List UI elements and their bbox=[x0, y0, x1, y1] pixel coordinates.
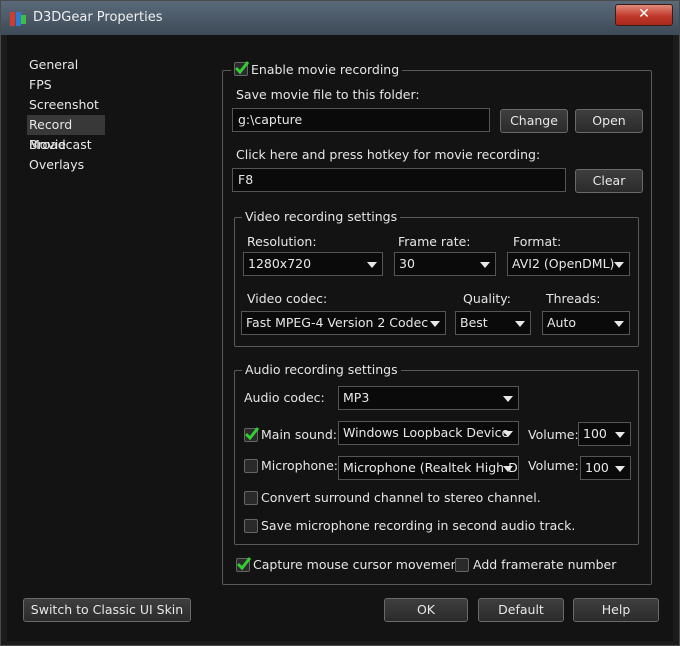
quality-value: Best bbox=[460, 315, 488, 330]
main-sound-device-value: Windows Loopback Device bbox=[343, 425, 510, 440]
main-sound-device-select[interactable]: Windows Loopback Device bbox=[338, 421, 519, 445]
chevron-down-icon bbox=[515, 321, 525, 327]
chevron-down-icon bbox=[480, 262, 490, 268]
audio-codec-label: Audio codec: bbox=[244, 390, 325, 405]
chevron-down-icon bbox=[614, 262, 624, 268]
main-sound-checkbox[interactable] bbox=[244, 427, 260, 442]
checkmark-icon bbox=[234, 61, 250, 75]
nav-item-screenshot[interactable]: Screenshot bbox=[27, 95, 207, 115]
chevron-down-icon bbox=[430, 321, 440, 327]
format-label: Format: bbox=[513, 234, 562, 249]
resolution-label: Resolution: bbox=[247, 234, 317, 249]
mic-volume-value: 100 bbox=[585, 460, 609, 475]
enable-recording-checkbox[interactable] bbox=[234, 61, 250, 76]
chevron-down-icon bbox=[614, 321, 624, 327]
client-area: General FPS Screenshot Record Movie Broa… bbox=[7, 35, 673, 641]
microphone-device-value: Microphone (Realtek High D bbox=[343, 460, 518, 475]
save-folder-input[interactable]: g:\capture bbox=[232, 108, 490, 132]
sidebar-nav: General FPS Screenshot Record Movie Broa… bbox=[27, 55, 207, 175]
audio-codec-select[interactable]: MP3 bbox=[338, 386, 519, 410]
checkmark-icon bbox=[236, 557, 252, 571]
framerate-number-checkbox[interactable] bbox=[455, 558, 469, 572]
save-mic-track-label: Save microphone recording in second audi… bbox=[261, 518, 576, 533]
checkmark-icon bbox=[244, 427, 260, 441]
capture-mouse-label: Capture mouse cursor movement bbox=[253, 557, 464, 572]
d3dgear-logo-icon bbox=[10, 12, 26, 26]
resolution-value: 1280x720 bbox=[248, 256, 312, 271]
chevron-down-icon bbox=[503, 396, 513, 402]
quality-label: Quality: bbox=[463, 291, 511, 306]
microphone-device-select[interactable]: Microphone (Realtek High D bbox=[338, 456, 519, 480]
video-codec-label: Video codec: bbox=[247, 291, 328, 306]
chevron-down-icon bbox=[615, 466, 625, 472]
enable-recording-label: Enable movie recording bbox=[251, 62, 400, 77]
microphone-checkbox[interactable] bbox=[244, 459, 258, 473]
audio-codec-value: MP3 bbox=[343, 390, 370, 405]
main-volume-label: Volume: bbox=[528, 427, 579, 442]
resolution-select[interactable]: 1280x720 bbox=[243, 252, 383, 276]
classic-skin-button[interactable]: Switch to Classic UI Skin bbox=[23, 598, 191, 622]
framerate-select[interactable]: 30 bbox=[394, 252, 496, 276]
close-button[interactable]: ✕ bbox=[615, 4, 673, 26]
change-button[interactable]: Change bbox=[500, 109, 568, 133]
clear-button[interactable]: Clear bbox=[575, 169, 643, 193]
framerate-label: Frame rate: bbox=[398, 234, 471, 249]
audio-settings-legend: Audio recording settings bbox=[242, 362, 401, 377]
nav-item-fps[interactable]: FPS bbox=[27, 75, 207, 95]
main-sound-label: Main sound: bbox=[261, 427, 337, 442]
framerate-value: 30 bbox=[399, 256, 415, 271]
capture-mouse-checkbox[interactable] bbox=[236, 557, 252, 572]
microphone-label: Microphone: bbox=[261, 458, 338, 473]
framerate-number-label: Add framerate number bbox=[473, 557, 617, 572]
nav-item-overlays[interactable]: Overlays bbox=[27, 155, 207, 175]
hotkey-input[interactable]: F8 bbox=[232, 168, 566, 192]
video-settings-legend: Video recording settings bbox=[242, 209, 401, 224]
save-mic-track-checkbox[interactable] bbox=[244, 519, 258, 533]
default-button[interactable]: Default bbox=[478, 598, 564, 622]
open-button[interactable]: Open bbox=[575, 109, 643, 133]
video-codec-select[interactable]: Fast MPEG-4 Version 2 Codec bbox=[241, 311, 446, 335]
quality-select[interactable]: Best bbox=[455, 311, 531, 335]
nav-item-broadcast[interactable]: Broadcast bbox=[27, 135, 207, 155]
nav-item-record-movie[interactable]: Record Movie bbox=[27, 115, 105, 152]
format-value: AVI2 (OpenDML) bbox=[512, 256, 615, 271]
mic-volume-label: Volume: bbox=[528, 458, 579, 473]
save-folder-label: Save movie file to this folder: bbox=[236, 87, 420, 102]
convert-surround-label: Convert surround channel to stereo chann… bbox=[261, 490, 541, 505]
window-title: D3DGear Properties bbox=[33, 10, 163, 25]
convert-surround-checkbox[interactable] bbox=[244, 491, 258, 505]
chevron-down-icon bbox=[615, 432, 625, 438]
ok-button[interactable]: OK bbox=[384, 598, 468, 622]
properties-window: D3DGear Properties ✕ General FPS Screens… bbox=[0, 0, 680, 646]
chevron-down-icon bbox=[503, 431, 513, 437]
enable-recording-legend: Enable movie recording bbox=[231, 61, 403, 78]
video-codec-value: Fast MPEG-4 Version 2 Codec bbox=[246, 315, 429, 330]
main-volume-select[interactable]: 100 bbox=[578, 422, 631, 446]
threads-select[interactable]: Auto bbox=[542, 311, 630, 335]
mic-volume-select[interactable]: 100 bbox=[580, 456, 631, 480]
main-volume-value: 100 bbox=[583, 426, 607, 441]
hotkey-label: Click here and press hotkey for movie re… bbox=[236, 147, 541, 162]
title-bar: D3DGear Properties ✕ bbox=[1, 1, 679, 35]
chevron-down-icon bbox=[503, 466, 513, 472]
format-select[interactable]: AVI2 (OpenDML) bbox=[507, 252, 630, 276]
threads-label: Threads: bbox=[546, 291, 601, 306]
nav-item-general[interactable]: General bbox=[27, 55, 207, 75]
help-button[interactable]: Help bbox=[573, 598, 659, 622]
threads-value: Auto bbox=[547, 315, 577, 330]
chevron-down-icon bbox=[367, 262, 377, 268]
